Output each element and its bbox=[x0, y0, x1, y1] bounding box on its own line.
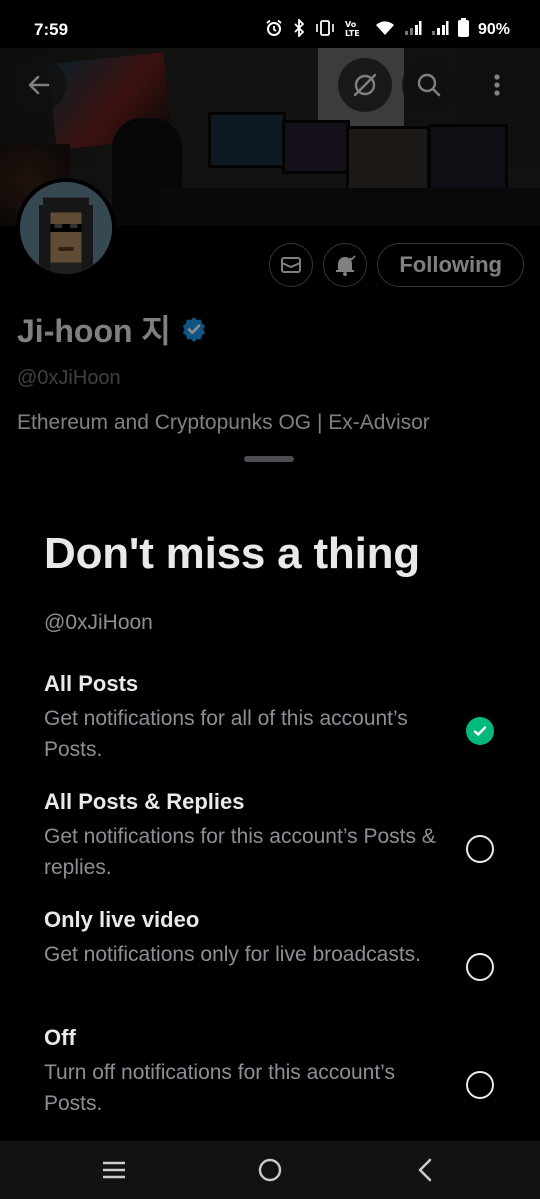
sheet-account-handle: @0xJiHoon bbox=[44, 611, 153, 634]
option-description: Turn off notifications for this account’… bbox=[44, 1061, 395, 1115]
grok-button[interactable] bbox=[338, 58, 392, 112]
sheet-title: Don't miss a thing bbox=[44, 529, 420, 578]
following-button[interactable]: Following bbox=[377, 243, 524, 287]
more-vertical-icon bbox=[494, 74, 500, 96]
recents-button[interactable] bbox=[99, 1155, 129, 1185]
option-description: Get notifications only for live broadcas… bbox=[44, 943, 422, 966]
profile-actions: Following bbox=[269, 243, 524, 287]
volte-icon: Vo LTE bbox=[344, 19, 366, 41]
radio-unselected[interactable] bbox=[466, 1071, 494, 1099]
notifications-button[interactable] bbox=[323, 243, 368, 287]
message-button[interactable] bbox=[269, 243, 314, 287]
status-bar: 7:59 Vo LTE 90% bbox=[0, 0, 540, 48]
option-description: Get notifications for all of this accoun… bbox=[44, 707, 408, 761]
option-all-posts-replies[interactable]: All Posts & Replies Get notifications fo… bbox=[44, 789, 514, 883]
profile-name-row: Ji-hoon 지 bbox=[17, 306, 207, 352]
back-arrow-icon bbox=[28, 75, 50, 95]
radio-selected[interactable] bbox=[466, 717, 494, 745]
signal-icon bbox=[404, 20, 422, 40]
option-all-posts[interactable]: All Posts Get notifications for all of t… bbox=[44, 671, 514, 765]
back-icon bbox=[418, 1158, 432, 1182]
notification-bell-icon bbox=[336, 255, 356, 276]
avatar[interactable] bbox=[16, 178, 116, 278]
home-icon bbox=[258, 1158, 282, 1182]
wifi-icon bbox=[375, 20, 395, 40]
home-button[interactable] bbox=[255, 1155, 285, 1185]
battery-icon bbox=[457, 18, 469, 41]
option-title: Off bbox=[44, 1025, 76, 1050]
grok-icon bbox=[353, 73, 377, 97]
checkmark-icon bbox=[473, 726, 487, 736]
profile-handle: @0xJiHoon bbox=[17, 367, 121, 389]
option-title: All Posts & Replies bbox=[44, 789, 245, 814]
sheet-drag-handle[interactable] bbox=[244, 456, 294, 462]
alarm-icon bbox=[265, 19, 283, 41]
option-only-live-video[interactable]: Only live video Get notifications only f… bbox=[44, 907, 514, 981]
radio-unselected[interactable] bbox=[466, 835, 494, 863]
option-title: All Posts bbox=[44, 671, 139, 696]
display-name: Ji-hoon 지 bbox=[17, 313, 171, 349]
profile-bio: Ethereum and Cryptopunks OG | Ex-Advisor bbox=[17, 411, 430, 434]
signal-icon bbox=[431, 20, 449, 40]
search-button[interactable] bbox=[402, 58, 456, 112]
back-nav-button[interactable] bbox=[410, 1155, 440, 1185]
option-description: Get notifications for this account’s Pos… bbox=[44, 825, 436, 879]
vibrate-icon bbox=[315, 19, 335, 41]
search-icon bbox=[417, 73, 441, 97]
status-icons: Vo LTE 90% bbox=[265, 17, 510, 41]
radio-unselected[interactable] bbox=[466, 953, 494, 981]
verified-badge-icon[interactable] bbox=[181, 316, 207, 342]
status-time: 7:59 bbox=[34, 20, 69, 39]
mail-icon bbox=[281, 257, 302, 273]
option-title: Only live video bbox=[44, 907, 200, 932]
notification-settings-sheet: Don't miss a thing @0xJiHoon All Posts G… bbox=[0, 447, 540, 1141]
system-navigation-bar bbox=[0, 1141, 540, 1199]
recents-icon bbox=[103, 1161, 125, 1179]
option-off[interactable]: Off Turn off notifications for this acco… bbox=[44, 1025, 514, 1119]
back-button[interactable] bbox=[12, 58, 66, 112]
battery-percentage: 90% bbox=[477, 20, 510, 38]
bluetooth-icon bbox=[292, 17, 306, 41]
svg-text:Vo: Vo bbox=[345, 20, 357, 29]
svg-text:LTE: LTE bbox=[345, 29, 360, 37]
more-options-button[interactable] bbox=[470, 58, 524, 112]
cryptopunk-avatar-image bbox=[20, 182, 112, 274]
